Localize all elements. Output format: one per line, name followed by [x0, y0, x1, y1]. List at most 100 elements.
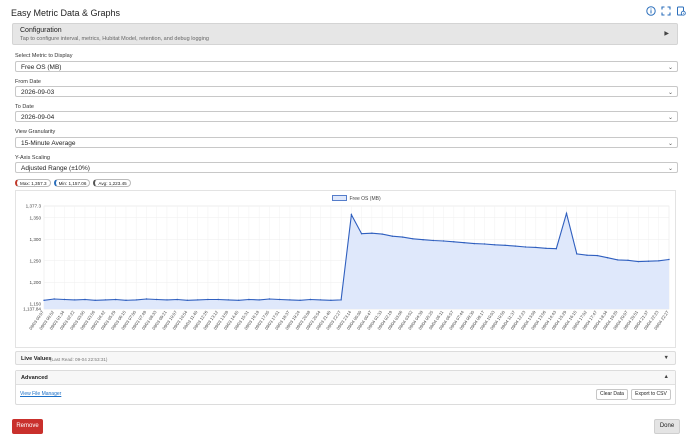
data-point: [135, 299, 137, 301]
data-point: [166, 299, 168, 301]
advanced-header[interactable]: Advanced ▲: [16, 371, 675, 385]
data-point: [289, 299, 291, 301]
metric-label: Select Metric to Display: [15, 53, 73, 59]
fullscreen-icon[interactable]: [661, 6, 671, 16]
info-icon[interactable]: [646, 6, 656, 16]
data-point: [668, 258, 670, 261]
y-tick-label: 1,150: [30, 301, 42, 306]
chevron-down-icon: ⌄: [667, 165, 673, 172]
data-point: [330, 299, 332, 301]
metric-select[interactable]: Free OS (MB) ⌄: [15, 61, 678, 72]
y-scaling-value: Adjusted Range (±10%): [21, 164, 90, 172]
data-point: [340, 299, 342, 301]
data-point: [627, 259, 629, 261]
granularity-select[interactable]: 15-Minute Average ⌄: [15, 137, 678, 148]
data-point: [658, 260, 660, 262]
data-point: [176, 298, 178, 301]
data-point: [637, 260, 639, 263]
remove-button[interactable]: Remove: [12, 419, 43, 434]
y-tick-label: 1,300: [30, 237, 42, 242]
data-point: [494, 244, 496, 246]
legend-label: Free OS (MB): [350, 196, 381, 202]
configuration-title: Configuration: [20, 27, 62, 34]
avg-badge: Avg: 1,223.45: [93, 179, 131, 187]
data-point: [279, 298, 281, 301]
data-point: [227, 299, 230, 301]
advanced-title: Advanced: [21, 375, 48, 381]
clear-data-button[interactable]: Clear Data: [596, 389, 628, 400]
y-tick-label: 1,200: [30, 280, 42, 285]
to-date-select[interactable]: 2026-09-04 ⌄: [15, 111, 678, 122]
data-point: [360, 233, 363, 235]
data-point: [207, 298, 209, 301]
data-point: [43, 299, 45, 301]
data-point: [217, 298, 219, 301]
y-scaling-select[interactable]: Adjusted Range (±10%) ⌄: [15, 162, 678, 173]
max-badge: Max: 1,357.3: [15, 179, 51, 187]
chevron-down-icon: ▼: [663, 355, 669, 361]
data-point: [473, 242, 475, 245]
chart-svg: 1,137.841,150 1,200 1,250 1,300 1,350 1,377.3…: [23, 195, 670, 331]
y-scaling-label: Y-Axis Scaling: [15, 155, 50, 161]
last-read-text: (Last Read: 09-04 22:53:31): [50, 356, 108, 362]
data-point: [197, 299, 199, 301]
y-tick-label: 1,250: [30, 258, 42, 263]
data-point: [299, 299, 301, 301]
chevron-down-icon: ⌄: [667, 89, 673, 96]
data-point: [156, 298, 158, 301]
data-point: [565, 212, 568, 215]
data-point: [596, 254, 598, 257]
series-area: [44, 213, 669, 309]
metric-chart[interactable]: 1,137.84 1,150 1,200 1,250 1,300 1,350 1,377.3…: [15, 190, 676, 348]
min-badge: Min: 1,157.06: [53, 179, 91, 187]
data-point: [524, 246, 527, 248]
caret-right-icon: ▶: [664, 31, 669, 37]
data-point: [647, 260, 650, 262]
chevron-up-icon: ▲: [663, 374, 669, 380]
data-point: [115, 298, 117, 301]
data-point: [576, 253, 578, 255]
from-date-value: 2026-09-03: [21, 88, 55, 96]
data-point: [453, 241, 455, 243]
chevron-down-icon: ⌄: [667, 114, 673, 121]
app-title: Easy Metric Data & Graphs: [11, 8, 121, 18]
data-point: [145, 298, 148, 300]
data-point: [381, 233, 383, 235]
view-file-manager-link[interactable]: View File Manager: [20, 391, 61, 397]
configuration-section[interactable]: Configuration Tap to configure interval,…: [12, 23, 678, 45]
export-csv-button[interactable]: Export to CSV: [631, 389, 671, 400]
data-point: [586, 254, 588, 256]
data-point: [268, 298, 271, 300]
data-point: [555, 248, 557, 250]
data-point: [74, 299, 76, 301]
live-values-panel[interactable]: Live Values (Last Read: 09-04 22:53:31) …: [15, 351, 676, 365]
data-point: [125, 299, 127, 301]
data-point: [186, 299, 189, 301]
y-tick-label: 1,377.3: [26, 204, 42, 209]
data-point: [63, 298, 66, 301]
done-button[interactable]: Done: [654, 419, 680, 434]
data-point: [606, 257, 609, 259]
data-point: [422, 239, 424, 241]
data-point: [94, 299, 96, 301]
data-point: [371, 232, 373, 234]
advanced-panel: Advanced ▲: [15, 370, 676, 405]
configuration-subtitle: Tap to configure interval, metrics, Hubi…: [20, 36, 209, 42]
to-date-label: To Date: [15, 104, 34, 110]
data-point: [309, 298, 312, 301]
data-point: [238, 299, 240, 301]
data-point: [535, 246, 537, 249]
data-point: [53, 298, 55, 300]
live-values-title: Live Values: [21, 355, 52, 362]
data-point: [104, 299, 107, 301]
help-book-icon[interactable]: [676, 6, 686, 16]
data-point: [258, 299, 260, 301]
data-point: [442, 240, 445, 242]
data-point: [463, 242, 465, 244]
data-point: [319, 299, 322, 301]
data-point: [514, 245, 516, 247]
data-point: [504, 244, 506, 246]
to-date-value: 2026-09-04: [21, 113, 55, 121]
data-point: [248, 298, 250, 301]
from-date-select[interactable]: 2026-09-03 ⌄: [15, 86, 678, 97]
